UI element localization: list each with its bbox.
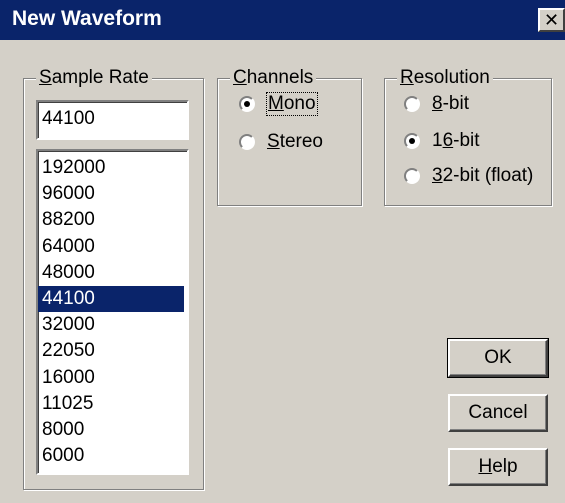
list-item[interactable]: 64000 [38,234,184,260]
title-bar[interactable]: New Waveform ✕ [0,0,565,40]
radio-checked-icon[interactable] [404,133,420,149]
radio-unchecked-icon[interactable] [404,96,420,112]
list-item[interactable]: 32000 [38,312,184,338]
list-item[interactable]: 16000 [38,365,184,391]
16bit-radio[interactable]: 16-bit [404,130,480,152]
radio-unchecked-icon[interactable] [404,168,420,184]
list-item[interactable]: 192000 [38,155,184,181]
16bit-label: 16-bit [432,130,480,151]
list-item[interactable]: 22050 [38,338,184,364]
help-button[interactable]: Help [448,448,548,486]
sample-rate-list[interactable]: 192000 96000 88200 64000 48000 44100 320… [36,149,189,475]
close-button[interactable]: ✕ [538,8,565,32]
list-item[interactable]: 6000 [38,443,184,469]
list-item[interactable]: 11025 [38,391,184,417]
list-item[interactable]: 48000 [38,260,184,286]
32bit-label: 32-bit (float) [432,165,534,186]
close-icon: ✕ [543,9,560,30]
8bit-radio[interactable]: 8-bit [404,93,469,115]
new-waveform-dialog: New Waveform ✕ Sample Rate 44100 192000 … [0,0,565,503]
stereo-radio[interactable]: Stereo [239,131,323,153]
ok-button[interactable]: OK [447,338,549,378]
channels-legend: Channels [230,66,317,90]
sample-rate-legend: Sample Rate [36,66,152,90]
radio-checked-icon[interactable] [239,96,255,112]
list-item[interactable]: 96000 [38,181,184,207]
list-item[interactable]: 8000 [38,417,184,443]
radio-unchecked-icon[interactable] [239,134,255,150]
resolution-legend: Resolution [397,66,493,90]
list-item[interactable]: 88200 [38,207,184,233]
list-item-selected[interactable]: 44100 [38,285,184,313]
32bit-radio[interactable]: 32-bit (float) [404,165,533,187]
stereo-label: Stereo [267,131,323,152]
mono-radio[interactable]: Mono [239,92,318,116]
sample-rate-input[interactable]: 44100 [36,100,189,140]
8bit-label: 8-bit [432,93,469,114]
window-title: New Waveform [12,7,162,30]
cancel-button[interactable]: Cancel [448,394,548,432]
mono-label: Mono [266,92,318,116]
